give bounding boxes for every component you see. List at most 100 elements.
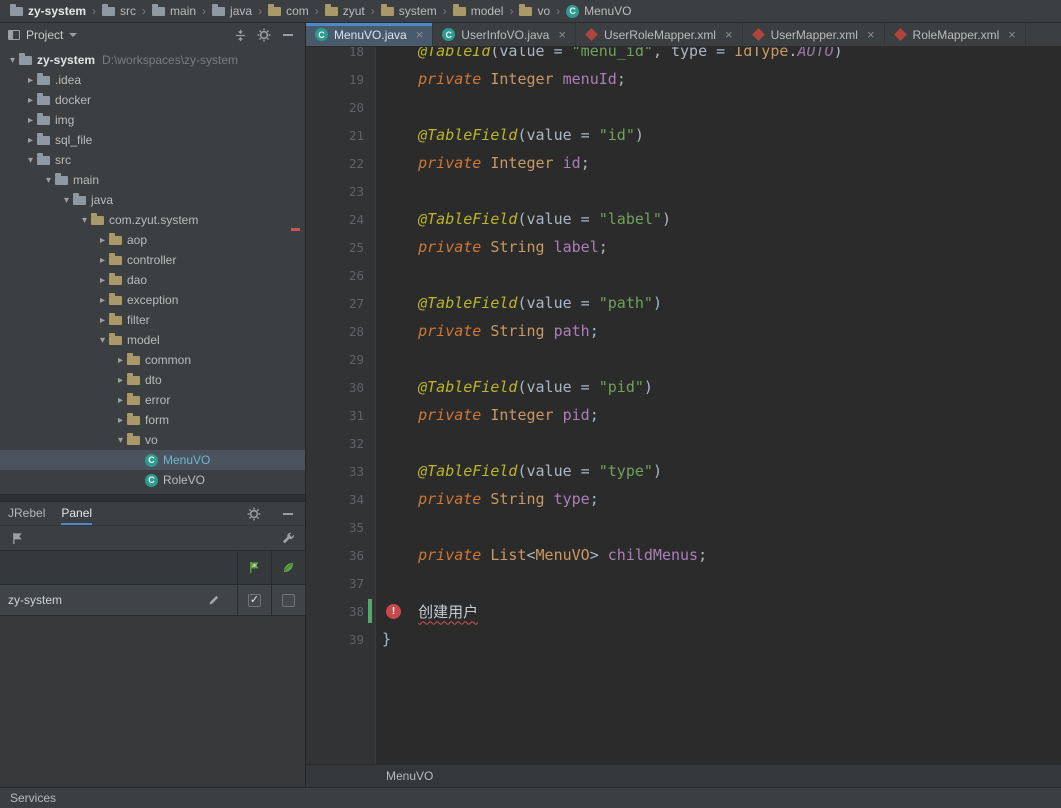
settings-gear-icon[interactable]: [255, 26, 273, 44]
line-number[interactable]: 18: [306, 47, 376, 59]
breadcrumb-item-vo[interactable]: vo: [517, 4, 552, 18]
chevron-down-icon[interactable]: ▾: [78, 215, 91, 226]
line-number[interactable]: 31: [306, 408, 376, 423]
code-line-26[interactable]: 26: [306, 261, 1061, 289]
line-number[interactable]: 32: [306, 436, 376, 451]
tree-item-dto[interactable]: ▸dto: [0, 370, 305, 390]
code-line-25[interactable]: 25 private String label;: [306, 233, 1061, 261]
tree-item-sql_file[interactable]: ▸sql_file: [0, 130, 305, 150]
line-number[interactable]: 26: [306, 268, 376, 283]
code-line-18[interactable]: 18 @TableId(value = "menu_id", type = Id…: [306, 47, 1061, 65]
line-number[interactable]: 33: [306, 464, 376, 479]
chevron-right-icon[interactable]: ▸: [96, 315, 109, 326]
editor-tab-UserMapper.xml[interactable]: UserMapper.xml×: [743, 23, 885, 46]
tree-item-exception[interactable]: ▸exception: [0, 290, 305, 310]
chevron-down-icon[interactable]: ▾: [24, 155, 37, 166]
chevron-right-icon[interactable]: ▸: [114, 415, 127, 426]
tree-item-src[interactable]: ▾src: [0, 150, 305, 170]
tree-item-com.zyut.system[interactable]: ▾com.zyut.system: [0, 210, 305, 230]
line-number[interactable]: 37: [306, 576, 376, 591]
tree-item-model[interactable]: ▾model: [0, 330, 305, 350]
chevron-right-icon[interactable]: ▸: [96, 275, 109, 286]
line-number[interactable]: 25: [306, 240, 376, 255]
chevron-right-icon[interactable]: ▸: [24, 135, 37, 146]
code-line-36[interactable]: 36 private List<MenuVO> childMenus;: [306, 541, 1061, 569]
line-number[interactable]: 38: [306, 604, 376, 619]
breadcrumb-item-com[interactable]: com: [266, 4, 311, 18]
collapse-all-icon[interactable]: [231, 26, 249, 44]
tree-item-filter[interactable]: ▸filter: [0, 310, 305, 330]
chevron-down-icon[interactable]: ▾: [42, 175, 55, 186]
line-number[interactable]: 20: [306, 100, 376, 115]
breadcrumb-item-main[interactable]: main: [150, 4, 198, 18]
code-line-37[interactable]: 37: [306, 569, 1061, 597]
chevron-right-icon[interactable]: ▸: [114, 395, 127, 406]
close-icon[interactable]: ×: [1008, 27, 1016, 42]
line-number[interactable]: 22: [306, 156, 376, 171]
chevron-right-icon[interactable]: ▸: [24, 95, 37, 106]
breadcrumb-item-MenuVO[interactable]: CMenuVO: [564, 4, 633, 18]
tree-item-error[interactable]: ▸error: [0, 390, 305, 410]
code-line-30[interactable]: 30 @TableField(value = "pid"): [306, 373, 1061, 401]
breadcrumb-item-model[interactable]: model: [451, 4, 506, 18]
jrebel-logo-icon[interactable]: [8, 529, 26, 547]
close-icon[interactable]: ×: [558, 27, 566, 42]
jrebel-hide-icon[interactable]: [279, 505, 297, 523]
tree-item-MenuVO[interactable]: CMenuVO: [0, 450, 305, 470]
line-number[interactable]: 39: [306, 632, 376, 647]
code-line-24[interactable]: 24 @TableField(value = "label"): [306, 205, 1061, 233]
editor-tab-RoleMapper.xml[interactable]: RoleMapper.xml×: [885, 23, 1026, 46]
chevron-right-icon[interactable]: ▸: [24, 115, 37, 126]
chevron-down-icon[interactable]: ▾: [60, 195, 73, 206]
close-icon[interactable]: ×: [416, 27, 424, 42]
code-line-31[interactable]: 31 private Integer pid;: [306, 401, 1061, 429]
services-toolwindow-button[interactable]: Services: [10, 791, 56, 805]
code-line-23[interactable]: 23: [306, 177, 1061, 205]
breadcrumb-item-zyut[interactable]: zyut: [323, 4, 367, 18]
wrench-icon[interactable]: [279, 529, 297, 547]
code-line-22[interactable]: 22 private Integer id;: [306, 149, 1061, 177]
code-line-32[interactable]: 32: [306, 429, 1061, 457]
project-view-selector[interactable]: Project: [8, 28, 77, 42]
code-line-28[interactable]: 28 private String path;: [306, 317, 1061, 345]
code-line-34[interactable]: 34 private String type;: [306, 485, 1061, 513]
tree-item-.idea[interactable]: ▸.idea: [0, 70, 305, 90]
chevron-down-icon[interactable]: ▾: [6, 55, 19, 66]
line-number[interactable]: 35: [306, 520, 376, 535]
line-number[interactable]: 21: [306, 128, 376, 143]
tree-item-aop[interactable]: ▸aop: [0, 230, 305, 250]
line-number[interactable]: 19: [306, 72, 376, 87]
code-line-35[interactable]: 35: [306, 513, 1061, 541]
breadcrumb-item-zy-system[interactable]: zy-system: [8, 4, 88, 18]
chevron-right-icon[interactable]: ▸: [114, 355, 127, 366]
tab-jrebel[interactable]: JRebel: [8, 502, 45, 525]
chevron-down-icon[interactable]: ▾: [96, 335, 109, 346]
tree-item-controller[interactable]: ▸controller: [0, 250, 305, 270]
tree-item-vo[interactable]: ▾vo: [0, 430, 305, 450]
line-number[interactable]: 27: [306, 296, 376, 311]
chevron-down-icon[interactable]: ▾: [114, 435, 127, 446]
jrebel-flag-column-header[interactable]: JR: [238, 551, 272, 584]
tree-item-form[interactable]: ▸form: [0, 410, 305, 430]
tree-item-docker[interactable]: ▸docker: [0, 90, 305, 110]
chevron-right-icon[interactable]: ▸: [96, 295, 109, 306]
close-icon[interactable]: ×: [867, 27, 875, 42]
hide-panel-icon[interactable]: [279, 26, 297, 44]
chevron-right-icon[interactable]: ▸: [96, 235, 109, 246]
tree-item-img[interactable]: ▸img: [0, 110, 305, 130]
breadcrumb-class[interactable]: MenuVO: [386, 769, 433, 783]
line-number[interactable]: 30: [306, 380, 376, 395]
code-line-33[interactable]: 33 @TableField(value = "type"): [306, 457, 1061, 485]
tree-item-main[interactable]: ▾main: [0, 170, 305, 190]
edit-pencil-icon[interactable]: [205, 591, 223, 609]
editor-tab-UserRoleMapper.xml[interactable]: UserRoleMapper.xml×: [576, 23, 743, 46]
jrebel-remote-checkbox[interactable]: [282, 594, 295, 607]
chevron-right-icon[interactable]: ▸: [24, 75, 37, 86]
panel-splitter[interactable]: [0, 494, 305, 502]
code-line-38[interactable]: 38! 创建用户: [306, 597, 1061, 625]
code-line-29[interactable]: 29: [306, 345, 1061, 373]
code-line-19[interactable]: 19 private Integer menuId;: [306, 65, 1061, 93]
line-number[interactable]: 28: [306, 324, 376, 339]
code-editor[interactable]: 18 @TableId(value = "menu_id", type = Id…: [306, 47, 1061, 764]
line-number[interactable]: 24: [306, 212, 376, 227]
